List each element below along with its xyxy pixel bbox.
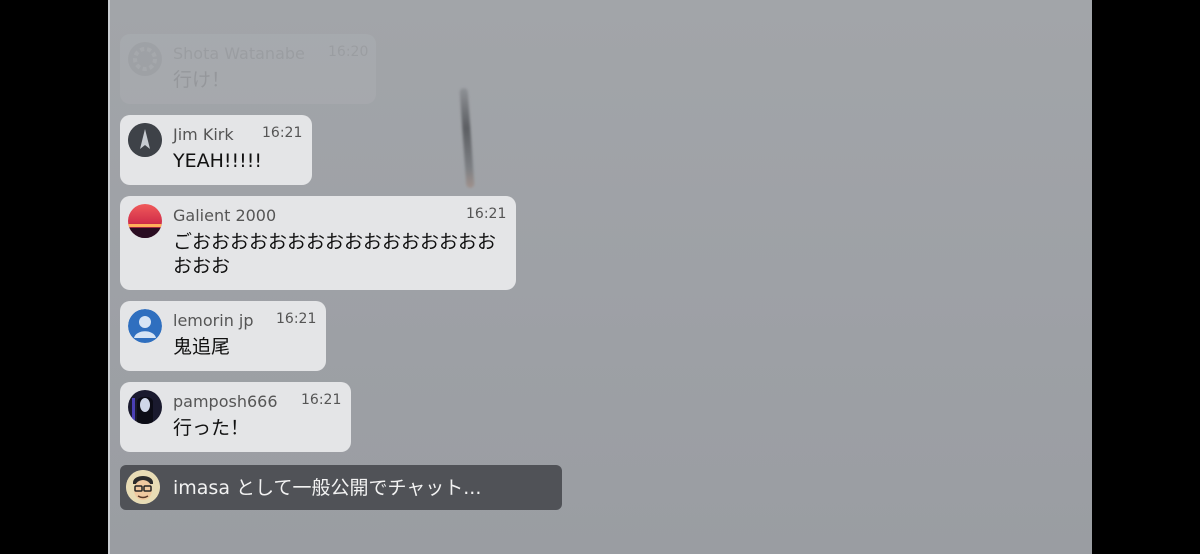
chat-message[interactable]: Jim Kirk 16:21 YEAH!!!!! [120, 115, 312, 185]
glasses-avatar-icon [126, 470, 160, 504]
chat-text: YEAH!!!!! [173, 150, 262, 172]
chat-time: 16:21 [276, 311, 317, 327]
chat-message[interactable]: Shota Watanabe 16:20 行け！ [120, 34, 376, 104]
chat-author: Shota Watanabe [173, 44, 305, 63]
chat-message[interactable]: pamposh666 16:21 行った！ [120, 382, 351, 452]
chat-time: 16:21 [301, 392, 342, 408]
ship-avatar-icon [128, 123, 162, 157]
chat-text: 行け！ [173, 69, 231, 91]
chat-text: ごおおおおおおおおおおおおおおおおおおお [173, 231, 497, 277]
chat-author: Jim Kirk [173, 125, 234, 144]
chat-time: 16:20 [328, 44, 369, 60]
chat-input-bar[interactable]: imasa として一般公開でチャット... [120, 465, 562, 510]
chat-time: 16:21 [262, 125, 303, 141]
chat-text: 鬼追尾 [173, 336, 231, 358]
chat-input-placeholder[interactable]: imasa として一般公開でチャット... [173, 476, 481, 500]
chat-message[interactable]: Galient 2000 16:21 ごおおおおおおおおおおおおおおおおおおお [120, 196, 516, 290]
chat-message[interactable]: lemorin jp 16:21 鬼追尾 [120, 301, 326, 371]
sunset-avatar-icon [128, 204, 162, 238]
chat-author: pamposh666 [173, 392, 278, 411]
default-person-avatar-icon [128, 309, 162, 343]
rocket-trail [459, 87, 475, 189]
chat-text: 行った！ [173, 417, 250, 439]
chat-author: Galient 2000 [173, 206, 277, 225]
chat-author: lemorin jp [173, 311, 254, 330]
video-edge [108, 0, 110, 554]
portrait-avatar-icon [128, 390, 162, 424]
letterbox-left [0, 0, 108, 554]
letterbox-right [1092, 0, 1200, 554]
gear-avatar-icon [128, 42, 162, 76]
chat-time: 16:21 [466, 206, 507, 222]
